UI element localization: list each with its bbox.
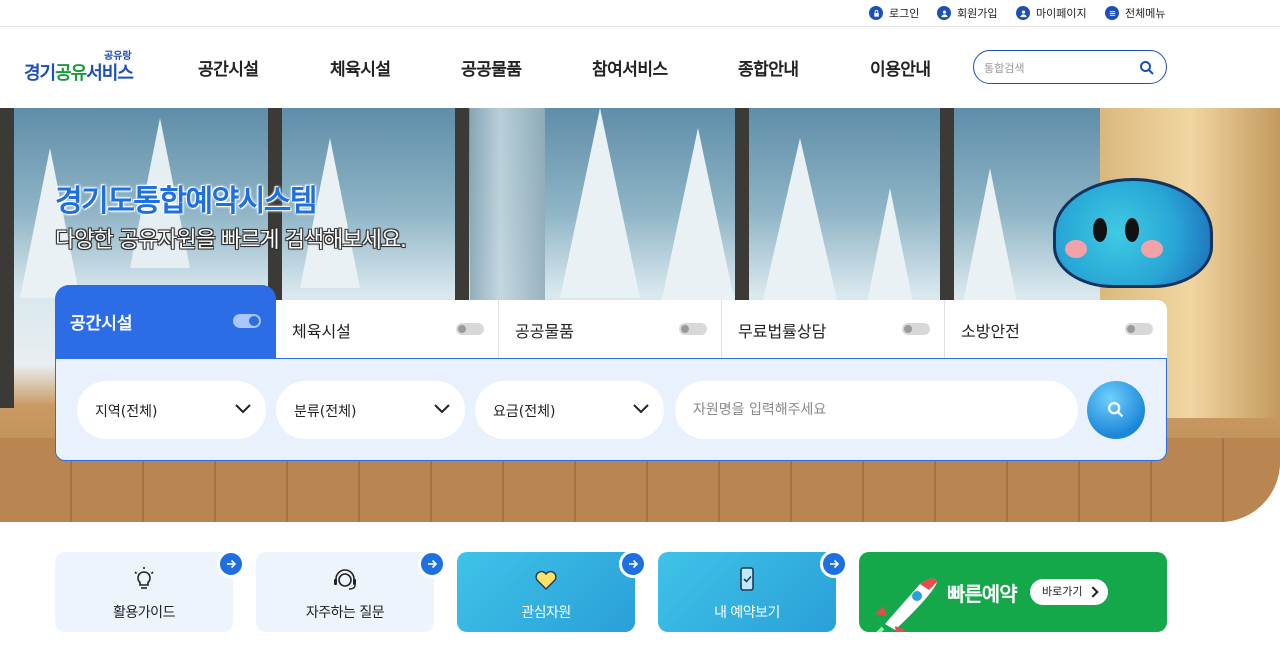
faq-card[interactable]: 자주하는 질문: [256, 550, 446, 632]
lightbulb-icon: [134, 567, 154, 589]
category-select-value: 분류(전체): [294, 404, 357, 420]
category-select[interactable]: 분류(전체): [276, 381, 465, 439]
hero-title: 경기도통합예약시스템: [55, 184, 318, 219]
mypage-label: 마이페이지: [1036, 7, 1087, 20]
keyword-input[interactable]: [693, 400, 1053, 420]
tab-legal-consult[interactable]: 무료법률상담: [722, 300, 945, 358]
allmenu-label: 전체메뉴: [1125, 7, 1166, 20]
fee-select-value: 요금(전체): [493, 404, 556, 420]
logo-text-a: 경기: [24, 63, 56, 84]
toggle-off-icon: [679, 323, 707, 335]
fast-reservation-card[interactable]: 빠른예약 바로가기: [859, 552, 1167, 632]
nav-participation-services[interactable]: 참여서비스: [592, 55, 668, 80]
tab-fire-safety[interactable]: 소방안전: [945, 300, 1167, 358]
favorites-label: 관심자원: [521, 605, 571, 621]
logo-text: 경기공유서비스: [24, 59, 134, 85]
header-search-input[interactable]: [984, 59, 1134, 77]
arrow-right-icon: [217, 550, 245, 578]
my-reservations-label: 내 예약보기: [714, 605, 780, 621]
headset-icon: [334, 569, 356, 590]
chevron-down-icon: [235, 404, 251, 414]
guide-label: 활용가이드: [113, 605, 175, 621]
allmenu-link[interactable]: 전체메뉴: [1105, 4, 1165, 22]
tab-label: 공간시설: [70, 314, 133, 334]
header: 공유랑 경기공유서비스 공간시설 체육시설 공공물품 참여서비스 종합안내 이용…: [0, 27, 1280, 107]
signup-label: 회원가입: [957, 7, 998, 20]
arrow-right-icon: [820, 550, 848, 578]
user-add-icon: [937, 6, 951, 20]
nav-general-info[interactable]: 종합안내: [738, 55, 799, 80]
search-submit-button[interactable]: [1087, 381, 1145, 439]
tab-space-facilities[interactable]: 공간시설: [55, 285, 276, 358]
tree-decoration: [560, 108, 640, 298]
mobile-check-icon: [740, 567, 754, 591]
nav-public-goods[interactable]: 공공물품: [461, 55, 522, 80]
mascot-illustration: [1053, 178, 1213, 288]
favorites-card[interactable]: 관심자원: [457, 550, 647, 632]
header-search: [973, 50, 1167, 84]
tab-label: 무료법률상담: [738, 322, 827, 341]
guide-card[interactable]: 활용가이드: [55, 550, 245, 632]
toggle-off-icon: [902, 323, 930, 335]
mypage-link[interactable]: 마이페이지: [1016, 4, 1087, 22]
chevron-down-icon: [434, 404, 450, 414]
nav-space-facilities[interactable]: 공간시설: [198, 55, 259, 80]
utility-bar: 로그인 회원가입 마이페이지 전체메뉴: [0, 0, 1280, 27]
rocket-icon: [875, 578, 937, 632]
region-select-value: 지역(전체): [95, 404, 158, 420]
fee-select[interactable]: 요금(전체): [475, 381, 664, 439]
tree-decoration: [660, 128, 736, 308]
fast-reservation-label: 빠른예약: [947, 582, 1018, 606]
tab-label: 체육시설: [292, 322, 351, 341]
tab-public-goods[interactable]: 공공물품: [499, 300, 722, 358]
signup-link[interactable]: 회원가입: [937, 4, 997, 22]
tree-decoration: [760, 138, 840, 313]
toggle-off-icon: [456, 323, 484, 335]
keyword-field: [675, 381, 1078, 439]
mascot-cheek: [1141, 240, 1163, 258]
chevron-down-icon: [633, 404, 649, 414]
tab-label: 소방안전: [961, 322, 1020, 341]
tab-sports-facilities[interactable]: 체육시설: [276, 300, 499, 358]
mascot-cheek: [1065, 240, 1087, 258]
lock-icon: [869, 6, 883, 20]
site-logo[interactable]: 공유랑 경기공유서비스: [24, 47, 134, 87]
hero-subtitle: 다양한 공유자원을 빠르게 검색해보세요.: [55, 228, 407, 253]
login-link[interactable]: 로그인: [869, 4, 919, 22]
nav-usage-info[interactable]: 이용안내: [870, 55, 931, 80]
mascot-eye: [1125, 218, 1139, 242]
mascot-eye: [1093, 218, 1107, 242]
arrow-right-icon: [418, 550, 446, 578]
logo-text-c: 서비스: [86, 63, 134, 84]
arrow-right-icon: [619, 550, 647, 578]
my-reservations-card[interactable]: 내 예약보기: [658, 550, 848, 632]
search-icon: [1107, 401, 1124, 418]
toggle-on-icon: [233, 314, 261, 328]
nav-sports-facilities[interactable]: 체육시설: [330, 55, 391, 80]
tree-decoration: [960, 168, 1020, 318]
user-icon: [1016, 6, 1030, 20]
search-icon[interactable]: [1138, 59, 1156, 77]
go-now-button[interactable]: 바로가기: [1030, 579, 1109, 605]
heart-icon: [535, 570, 557, 590]
faq-label: 자주하는 질문: [305, 605, 385, 621]
login-label: 로그인: [889, 7, 920, 20]
window-frame: [0, 108, 14, 408]
toggle-off-icon: [1125, 323, 1153, 335]
tab-label: 공공물품: [515, 322, 574, 341]
region-select[interactable]: 지역(전체): [77, 381, 266, 439]
menu-icon: [1105, 6, 1119, 20]
logo-text-b: 공유: [55, 63, 87, 84]
resource-search-panel: 지역(전체) 분류(전체) 요금(전체): [55, 358, 1167, 461]
